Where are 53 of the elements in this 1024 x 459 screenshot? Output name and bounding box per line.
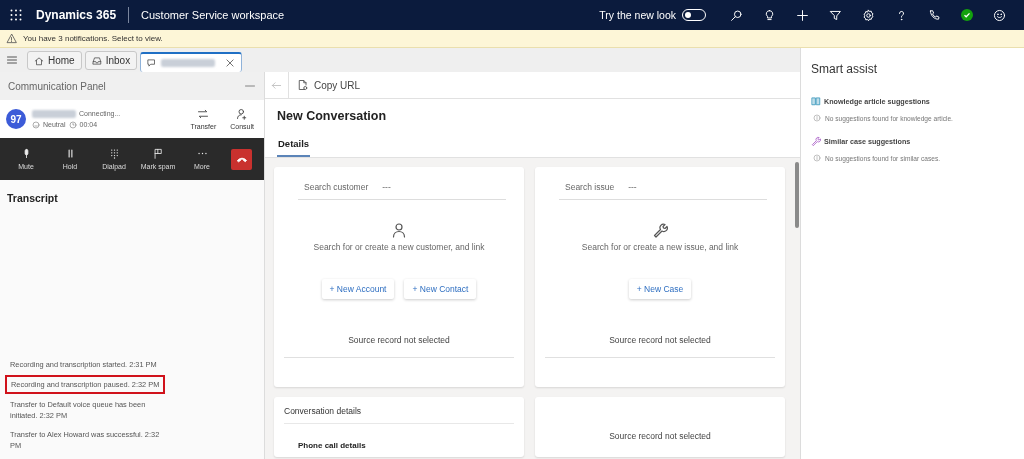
transcript-title: Transcript [7, 192, 59, 204]
hint-text: Search for or create a new issue, and link [581, 242, 739, 252]
app-name[interactable]: Dynamics 365 [36, 7, 130, 23]
blurred-text [32, 109, 76, 118]
section-title: Conversation details [284, 406, 514, 424]
notification-bar[interactable]: You have 3 notifications. Select to view. [0, 30, 1024, 48]
notification-text[interactable]: You have 3 notifications. Select to view. [23, 34, 163, 43]
workspace-name: Customer Service workspace [140, 9, 286, 21]
hang-up-button[interactable] [231, 148, 252, 170]
transfer-arrows-icon[interactable] [197, 108, 210, 120]
status-text: Source record not selected [545, 335, 775, 358]
wrench-icon[interactable] [811, 136, 821, 146]
book-icon[interactable] [811, 96, 821, 106]
scrollbar-thumb[interactable] [794, 162, 799, 228]
hint-text: Search for or create a new customer, and link [313, 242, 485, 252]
new-record-button[interactable]: + New Account [321, 279, 395, 299]
copy-url-button[interactable]: Copy URL [289, 79, 369, 91]
subsection-title: Phone call details [298, 441, 367, 450]
search-field[interactable]: Search customer --- [298, 181, 506, 200]
chat-icon[interactable] [147, 58, 158, 68]
status-text: Source record not selected [284, 335, 514, 358]
session-tab[interactable] [140, 52, 243, 72]
app-launcher-icon[interactable] [10, 9, 22, 21]
wrench-icon[interactable] [652, 222, 668, 238]
close-icon[interactable] [225, 58, 236, 68]
person-icon[interactable] [391, 222, 407, 238]
warning-icon[interactable] [6, 33, 17, 44]
lightbulb-icon[interactable] [763, 8, 776, 22]
panel-title: Communication Panel [8, 80, 106, 92]
toggle-label: Try the new look [599, 9, 676, 21]
smiley-icon[interactable] [993, 8, 1006, 22]
blurred-text [161, 59, 216, 67]
new-record-button[interactable]: + New Case [628, 279, 692, 299]
search-field[interactable]: Search issue --- [559, 181, 767, 200]
session-tab[interactable]: Home [27, 51, 82, 70]
panel-title: Smart assist [811, 62, 878, 76]
status-text: Source record not selected [608, 430, 712, 441]
dialpad-icon[interactable] [108, 148, 120, 159]
home-icon[interactable] [34, 55, 44, 66]
new-record-button[interactable]: + New Contact [404, 279, 477, 299]
document-link-icon[interactable] [297, 79, 309, 91]
inbox-icon[interactable] [91, 55, 102, 66]
form-title: New Conversation [277, 109, 388, 123]
settings-icon[interactable] [862, 8, 875, 22]
phone-icon[interactable] [928, 8, 941, 22]
session-tab[interactable]: Inbox [84, 51, 138, 70]
person-icon[interactable] [236, 108, 249, 120]
available-status-icon[interactable] [961, 9, 973, 21]
flag-icon[interactable] [152, 148, 164, 159]
filter-icon[interactable] [829, 8, 842, 22]
search-icon[interactable] [730, 8, 743, 22]
plus-icon[interactable] [796, 8, 809, 22]
caller-avatar: 97 [6, 109, 26, 129]
